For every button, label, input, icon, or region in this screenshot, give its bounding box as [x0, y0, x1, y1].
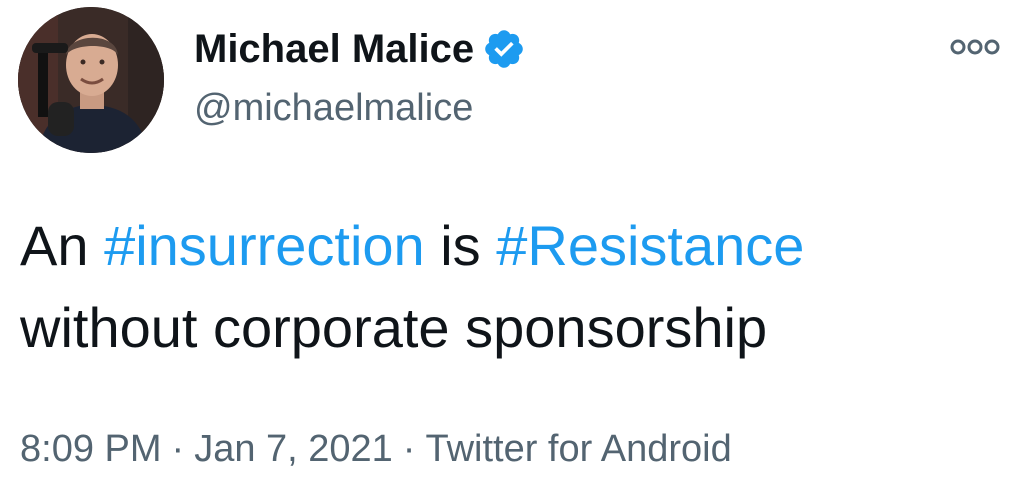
tweet-time[interactable]: 8:09 PM — [20, 428, 162, 470]
hashtag-link-resistance[interactable]: #Resistance — [496, 214, 804, 277]
avatar-photo — [18, 7, 164, 153]
more-options-icon[interactable] — [950, 36, 1000, 58]
tweet-date[interactable]: Jan 7, 2021 — [194, 428, 393, 470]
author-handle[interactable]: @michaelmalice — [194, 85, 473, 131]
tweet-text: An #insurrection is #Resistance without … — [20, 205, 1005, 369]
hashtag-link-insurrection[interactable]: #insurrection — [104, 214, 425, 277]
separator: · — [402, 428, 416, 470]
tweet-card: Michael Malice @michaelmalice An #insurr… — [0, 0, 1010, 481]
separator: · — [171, 428, 185, 470]
tweet-text-line-1: An #insurrection is #Resistance — [20, 205, 1005, 287]
author-name-row[interactable]: Michael Malice — [194, 24, 526, 74]
tweet-metadata: 8:09 PM · Jan 7, 2021 · Twitter for Android — [20, 426, 732, 472]
tweet-word: is — [440, 214, 481, 277]
display-name[interactable]: Michael Malice — [194, 25, 474, 73]
tweet-text-line-2: without corporate sponsorship — [20, 296, 768, 359]
tweet-word: An — [20, 214, 89, 277]
verified-badge-icon — [482, 27, 526, 71]
avatar[interactable] — [18, 7, 164, 153]
tweet-source[interactable]: Twitter for Android — [425, 428, 731, 470]
